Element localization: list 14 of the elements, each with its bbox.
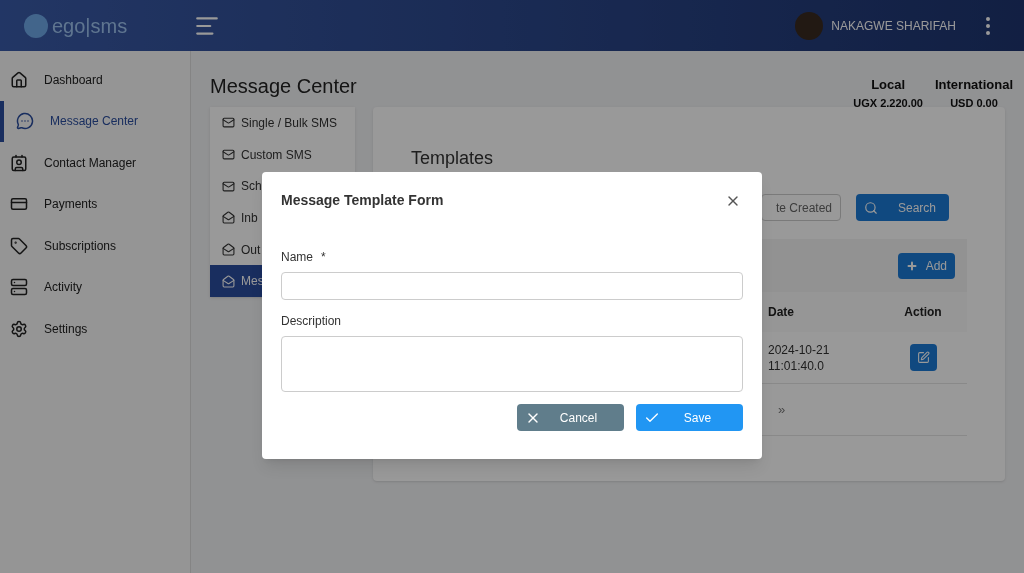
logo-text: ego|sms [52, 13, 128, 39]
balance-label: Local [871, 76, 906, 94]
date-cell-text: 2024-10-21 11:01:40.0 [768, 341, 831, 374]
field-label: Description [281, 313, 342, 330]
balance-value: UGX 2,220.00 [853, 95, 923, 111]
column-header: Date [768, 304, 795, 321]
page-title: Message Center [210, 74, 357, 99]
card-title: Templates [411, 147, 495, 170]
dialog-title: Message Template Form [281, 191, 444, 210]
balance-label: International [935, 76, 1013, 94]
field-label: Name [281, 249, 313, 266]
required-asterisk: * [321, 249, 326, 266]
column-header: Action [903, 304, 943, 321]
balance-value: USD 0.00 [950, 95, 998, 111]
